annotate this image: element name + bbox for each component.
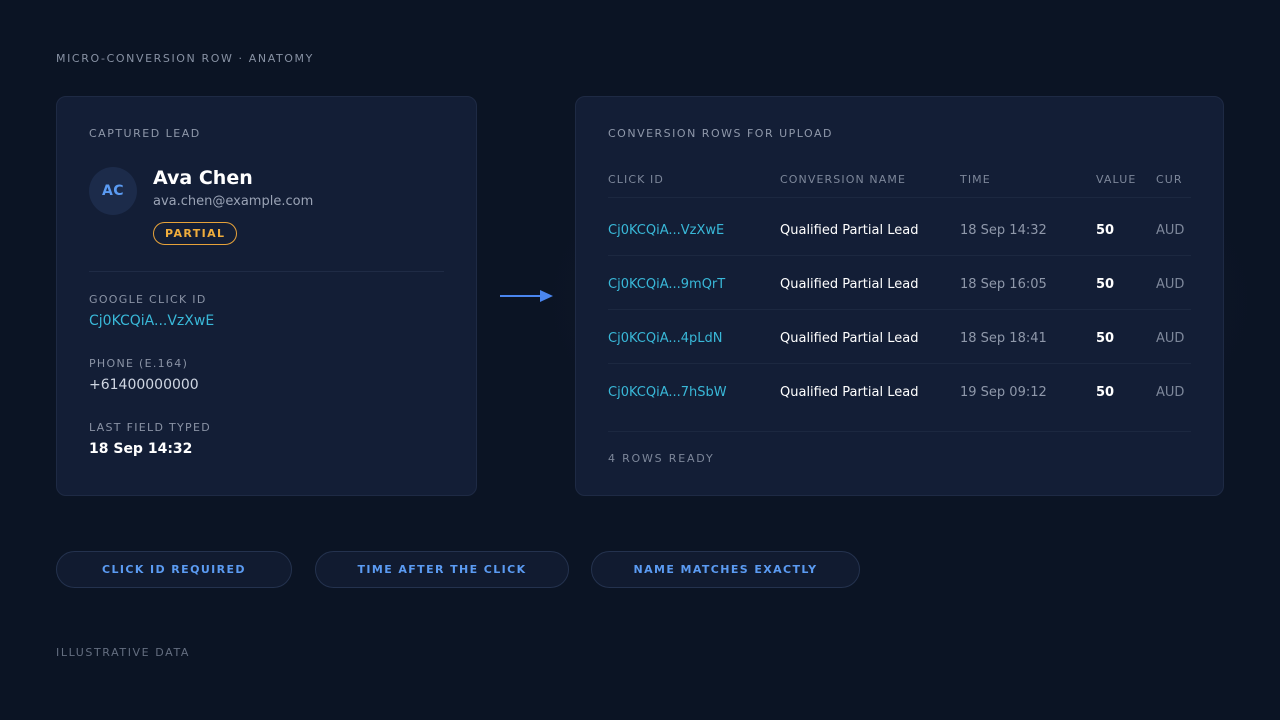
lead-email: ava.chen@example.com — [153, 194, 314, 209]
table-row: Cj0KCQiA...9mQrT Qualified Partial Lead … — [576, 257, 1223, 311]
table-footer-divider — [608, 431, 1191, 432]
row-conversion-name: Qualified Partial Lead — [780, 276, 919, 292]
row-click-id: Cj0KCQiA...4pLdN — [608, 330, 723, 346]
row-currency: AUD — [1156, 222, 1185, 238]
lead-name: Ava Chen — [153, 167, 253, 189]
column-header-currency: CUR — [1156, 173, 1183, 186]
table-row: Cj0KCQiA...7hSbW Qualified Partial Lead … — [576, 365, 1223, 419]
row-value: 50 — [1096, 384, 1115, 400]
phone-label: PHONE (E.164) — [89, 357, 189, 370]
phone-value: +61400000000 — [89, 377, 199, 393]
last-field-value: 18 Sep 14:32 — [89, 441, 193, 457]
row-value: 50 — [1096, 276, 1115, 292]
status-badge: PARTIAL — [153, 222, 238, 245]
row-value: 50 — [1096, 222, 1115, 238]
column-header-time: TIME — [960, 173, 991, 186]
footnote: ILLUSTRATIVE DATA — [56, 646, 191, 659]
row-currency: AUD — [1156, 384, 1185, 400]
row-conversion-name: Qualified Partial Lead — [780, 330, 919, 346]
row-time: 19 Sep 09:12 — [960, 384, 1047, 400]
row-click-id: Cj0KCQiA...7hSbW — [608, 384, 727, 400]
captured-lead-card: CAPTURED LEAD AC Ava Chen ava.chen@examp… — [56, 96, 477, 496]
row-value: 50 — [1096, 330, 1115, 346]
conversion-rows-card: CONVERSION ROWS FOR UPLOAD CLICK ID CONV… — [575, 96, 1224, 496]
page-eyebrow: MICRO-CONVERSION ROW · ANATOMY — [56, 52, 314, 65]
table-divider — [608, 363, 1191, 364]
arrow-right-icon — [500, 290, 553, 302]
last-field-label: LAST FIELD TYPED — [89, 421, 212, 434]
click-id-value: Cj0KCQiA...VzXwE — [89, 313, 215, 329]
row-conversion-name: Qualified Partial Lead — [780, 384, 919, 400]
row-click-id: Cj0KCQiA...9mQrT — [608, 276, 726, 292]
captured-lead-heading: CAPTURED LEAD — [89, 127, 201, 140]
row-time: 18 Sep 18:41 — [960, 330, 1047, 346]
column-header-click-id: CLICK ID — [608, 173, 664, 186]
click-id-label: GOOGLE CLICK ID — [89, 293, 207, 306]
rule-pill-time-after-click[interactable]: TIME AFTER THE CLICK — [315, 551, 569, 588]
table-row: Cj0KCQiA...VzXwE Qualified Partial Lead … — [576, 203, 1223, 257]
row-click-id: Cj0KCQiA...VzXwE — [608, 222, 725, 238]
row-currency: AUD — [1156, 330, 1185, 346]
row-time: 18 Sep 16:05 — [960, 276, 1047, 292]
row-currency: AUD — [1156, 276, 1185, 292]
divider — [89, 271, 444, 272]
conversion-rows-heading: CONVERSION ROWS FOR UPLOAD — [608, 127, 833, 140]
rule-pill-click-id-required[interactable]: CLICK ID REQUIRED — [56, 551, 292, 588]
row-conversion-name: Qualified Partial Lead — [780, 222, 919, 238]
column-header-value: VALUE — [1096, 173, 1137, 186]
row-time: 18 Sep 14:32 — [960, 222, 1047, 238]
avatar: AC — [89, 167, 137, 215]
table-row: Cj0KCQiA...4pLdN Qualified Partial Lead … — [576, 311, 1223, 365]
rows-ready-status: 4 ROWS READY — [608, 452, 715, 465]
rule-pill-name-matches[interactable]: NAME MATCHES EXACTLY — [591, 551, 860, 588]
table-divider — [608, 255, 1191, 256]
table-divider — [608, 197, 1191, 198]
column-header-conversion-name: CONVERSION NAME — [780, 173, 906, 186]
